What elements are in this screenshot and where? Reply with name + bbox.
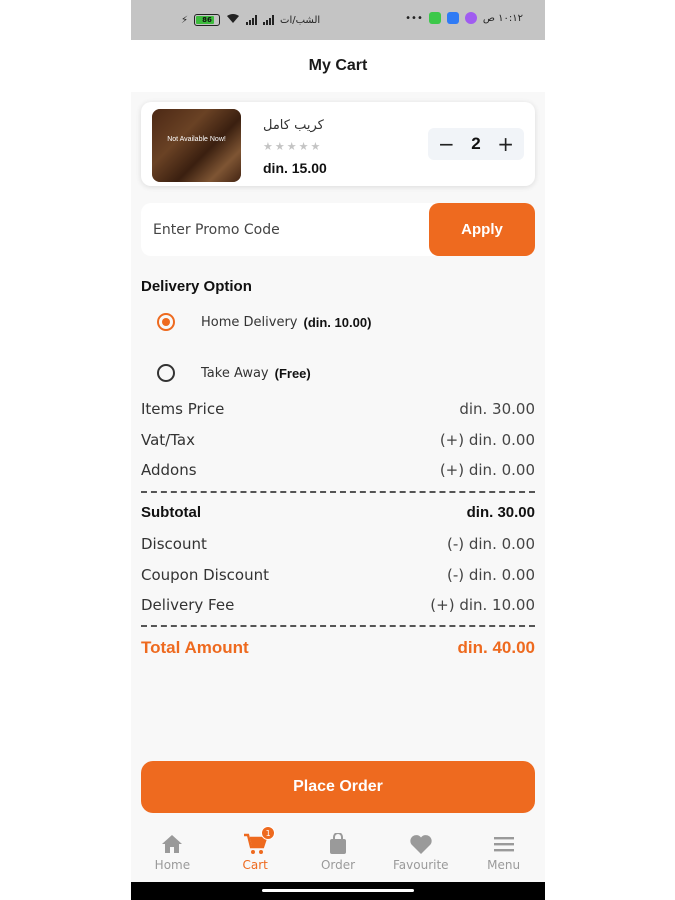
divider-2 bbox=[141, 625, 535, 627]
menu-icon bbox=[493, 832, 515, 856]
delivery-option-title: Delivery Option bbox=[141, 278, 252, 295]
total-amount-row: Total Amount din. 40.00 bbox=[141, 638, 535, 658]
phone-screen: ⚡ 86 الشب/ات ••• ١٠:١٢ ص My Cart Not Ava… bbox=[131, 0, 545, 900]
system-navigation-bar bbox=[131, 882, 545, 900]
promo-code-input[interactable] bbox=[141, 203, 429, 256]
nav-item-menu[interactable]: Menu bbox=[462, 822, 545, 882]
signal-icon bbox=[246, 15, 258, 25]
items-price-value: din. 30.00 bbox=[459, 400, 535, 418]
star-icon: ★ bbox=[263, 140, 273, 153]
cart-item-card[interactable]: Not Available Now! كريب كامل ★ ★ ★ ★ ★ d… bbox=[141, 102, 535, 186]
addons-row: Addons (+) din. 0.00 bbox=[141, 461, 535, 479]
home-indicator[interactable] bbox=[262, 889, 414, 892]
addons-value: (+) din. 0.00 bbox=[439, 461, 535, 479]
app-notification-icon-2 bbox=[446, 12, 459, 24]
nav-item-cart[interactable]: 1 Cart bbox=[214, 822, 297, 882]
total-amount-value: din. 40.00 bbox=[457, 638, 535, 657]
vat-row: Vat/Tax (+) din. 0.00 bbox=[141, 431, 535, 449]
delivery-fee-row: Delivery Fee (+) din. 10.00 bbox=[141, 596, 535, 614]
star-icon: ★ bbox=[310, 140, 321, 153]
subtotal-value: din. 30.00 bbox=[466, 504, 535, 521]
items-price-row: Items Price din. 30.00 bbox=[141, 400, 535, 418]
delivery-fee-value: (+) din. 10.00 bbox=[430, 596, 535, 614]
items-price-label: Items Price bbox=[141, 400, 225, 418]
coupon-discount-row: Coupon Discount (-) din. 0.00 bbox=[141, 566, 535, 584]
discount-value: (-) din. 0.00 bbox=[446, 535, 535, 553]
nav-item-order[interactable]: Order bbox=[297, 822, 380, 882]
home-delivery-fee: (din. 10.00) bbox=[303, 314, 372, 330]
discount-row: Discount (-) din. 0.00 bbox=[141, 535, 535, 553]
delivery-fee-label: Delivery Fee bbox=[141, 596, 235, 614]
take-away-label: Take Away bbox=[201, 365, 269, 381]
battery-level: 86 bbox=[202, 16, 212, 24]
subtotal-label: Subtotal bbox=[141, 504, 201, 521]
subtotal-row: Subtotal din. 30.00 bbox=[141, 504, 535, 521]
discount-label: Discount bbox=[141, 535, 207, 553]
cart-badge: 1 bbox=[261, 826, 276, 840]
page-title: My Cart bbox=[308, 57, 368, 74]
vat-value: (+) din. 0.00 bbox=[439, 431, 535, 449]
quantity-value: 2 bbox=[471, 134, 481, 153]
clock: ١٠:١٢ ص bbox=[482, 12, 523, 24]
addons-label: Addons bbox=[141, 461, 197, 479]
signal-icon-2 bbox=[263, 15, 275, 25]
divider bbox=[141, 491, 535, 493]
status-indicators: ⚡ 86 الشب/ات bbox=[181, 13, 320, 27]
coupon-discount-value: (-) din. 0.00 bbox=[446, 566, 535, 584]
home-delivery-option[interactable]: Home Delivery (din. 10.00) bbox=[157, 313, 371, 331]
product-price: din. 15.00 bbox=[263, 160, 327, 176]
star-icon: ★ bbox=[286, 140, 297, 153]
nav-label-order: Order bbox=[320, 858, 356, 872]
bottom-navigation: Home 1 Cart Order Favourite Menu bbox=[131, 822, 545, 882]
status-bar: ⚡ 86 الشب/ات ••• ١٠:١٢ ص bbox=[131, 0, 545, 40]
nav-label-favourite: Favourite bbox=[393, 858, 449, 872]
carrier-name: الشب/ات bbox=[280, 14, 321, 26]
status-time-group: ••• ١٠:١٢ ص bbox=[405, 12, 523, 24]
promo-code-box: Apply bbox=[141, 203, 535, 256]
wifi-icon bbox=[226, 13, 240, 27]
nav-item-home[interactable]: Home bbox=[131, 822, 214, 882]
nav-label-menu: Menu bbox=[487, 858, 521, 872]
unavailable-overlay: Not Available Now! bbox=[167, 136, 226, 143]
vat-label: Vat/Tax bbox=[141, 431, 195, 449]
app-notification-icon bbox=[428, 12, 441, 24]
rating-stars: ★ ★ ★ ★ ★ bbox=[263, 140, 320, 153]
nav-label-home: Home bbox=[154, 858, 191, 872]
decrease-quantity-button[interactable]: − bbox=[434, 134, 458, 154]
nav-label-cart: Cart bbox=[242, 858, 268, 872]
heart-icon bbox=[409, 832, 433, 856]
quantity-stepper: − 2 + bbox=[428, 128, 524, 160]
product-image: Not Available Now! bbox=[152, 109, 241, 182]
app-header: My Cart bbox=[131, 40, 545, 92]
radio-selected-icon[interactable] bbox=[157, 313, 175, 331]
place-order-button[interactable]: Place Order bbox=[141, 761, 535, 813]
coupon-discount-label: Coupon Discount bbox=[141, 566, 269, 584]
apply-promo-button[interactable]: Apply bbox=[429, 203, 535, 256]
increase-quantity-button[interactable]: + bbox=[494, 134, 518, 154]
take-away-fee: (Free) bbox=[274, 365, 311, 381]
total-amount-label: Total Amount bbox=[141, 638, 249, 657]
messenger-icon bbox=[464, 12, 477, 24]
radio-unselected-icon[interactable] bbox=[157, 364, 175, 382]
battery-icon: 86 bbox=[194, 14, 221, 26]
star-icon: ★ bbox=[274, 140, 285, 153]
home-delivery-label: Home Delivery bbox=[201, 314, 298, 330]
charging-icon: ⚡ bbox=[181, 14, 189, 26]
star-icon: ★ bbox=[298, 140, 309, 153]
nav-item-favourite[interactable]: Favourite bbox=[379, 822, 462, 882]
more-dots-icon: ••• bbox=[405, 12, 423, 24]
bag-icon bbox=[328, 832, 348, 856]
take-away-option[interactable]: Take Away (Free) bbox=[157, 364, 311, 382]
product-name: كريب كامل bbox=[263, 118, 324, 133]
home-icon bbox=[161, 832, 183, 856]
